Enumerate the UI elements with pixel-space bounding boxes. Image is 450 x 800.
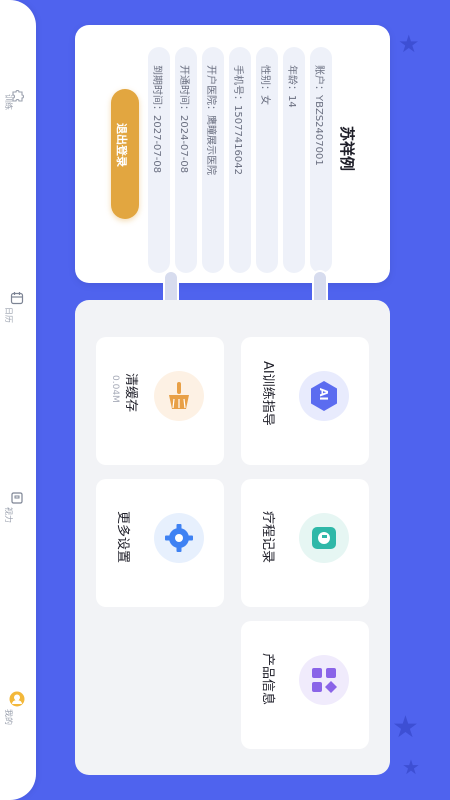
product-info-tile[interactable]: 产品信息	[241, 621, 369, 749]
age-text: 年龄：14	[286, 65, 297, 108]
sidebar-item-label: 我的	[4, 709, 13, 725]
phone-text: 手机号：15077416042	[232, 65, 243, 175]
logout-label: 退出登录	[115, 123, 128, 167]
expire-date-text: 到期时间：2027-07-08	[151, 65, 162, 174]
calendar-icon	[10, 292, 24, 305]
info-strip-gender: 性别：女	[256, 47, 278, 273]
info-strip-open-date: 开通时间：2024-07-08	[175, 47, 197, 273]
ai-guide-label: AI训练指导	[260, 361, 275, 426]
cache-icon-bg	[154, 371, 204, 421]
ai-guide-tile[interactable]: AI AI训练指导	[241, 337, 369, 465]
avatar-icon	[9, 691, 25, 707]
cache-size-text: 0.04M	[110, 375, 120, 403]
open-date-text: 开通时间：2024-07-08	[178, 65, 189, 174]
gender-text: 性别：女	[259, 65, 270, 105]
clear-cache-tile[interactable]: 清缓存 0.04M	[96, 337, 224, 465]
sidebar-item-label: 视力	[4, 507, 13, 523]
logout-button[interactable]: 退出登录	[111, 89, 139, 219]
sidebar-item-vision[interactable]: 视力	[0, 485, 36, 525]
record-icon-bg	[299, 513, 349, 563]
sidebar-item-training[interactable]: 训练	[0, 80, 36, 120]
sidebar-item-label: 训练	[4, 94, 13, 110]
menu-panel: AI AI训练指导 疗程记录 产品信息 清缓存 0.04M 更多设置	[75, 300, 390, 775]
product-info-label: 产品信息	[260, 653, 275, 706]
more-settings-tile[interactable]: 更多设置	[96, 479, 224, 607]
user-name: 苏祥例	[338, 126, 356, 172]
account-text: 账户：YBZS2407001	[313, 65, 324, 166]
info-strip-hospital: 开户医院：鹰瞳展示医院	[202, 47, 224, 273]
clear-cache-label: 清缓存	[123, 373, 138, 413]
more-settings-label: 更多设置	[115, 511, 130, 564]
sidebar: 训练 日历 视力 我的	[0, 0, 36, 800]
info-strip-age: 年龄：14	[283, 47, 305, 273]
info-strip-expire-date: 到期时间：2027-07-08	[148, 47, 170, 273]
product-icon-bg	[299, 655, 349, 705]
star-decoration-icon: ★	[392, 710, 419, 745]
star-decoration-icon: ★	[398, 30, 420, 58]
hospital-text: 开户医院：鹰瞳展示医院	[205, 65, 216, 175]
course-record-label: 疗程记录	[260, 511, 275, 564]
broom-icon	[169, 382, 189, 409]
info-strip-phone: 手机号：15077416042	[229, 47, 251, 273]
record-folder-icon	[312, 527, 336, 549]
sidebar-item-mine[interactable]: 我的	[0, 685, 36, 733]
course-record-tile[interactable]: 疗程记录	[241, 479, 369, 607]
grid-apps-icon	[312, 668, 337, 693]
settings-icon-bg	[154, 513, 204, 563]
ai-hexagon-icon: AI	[299, 371, 349, 421]
info-strip-account: 账户：YBZS2407001	[310, 47, 332, 273]
star-decoration-icon: ★	[402, 755, 420, 779]
eye-chart-icon	[11, 492, 23, 504]
ai-badge-text: AI	[317, 388, 330, 401]
gear-icon	[165, 524, 193, 552]
sidebar-item-label: 日历	[4, 307, 13, 323]
sidebar-item-calendar[interactable]: 日历	[0, 285, 36, 325]
